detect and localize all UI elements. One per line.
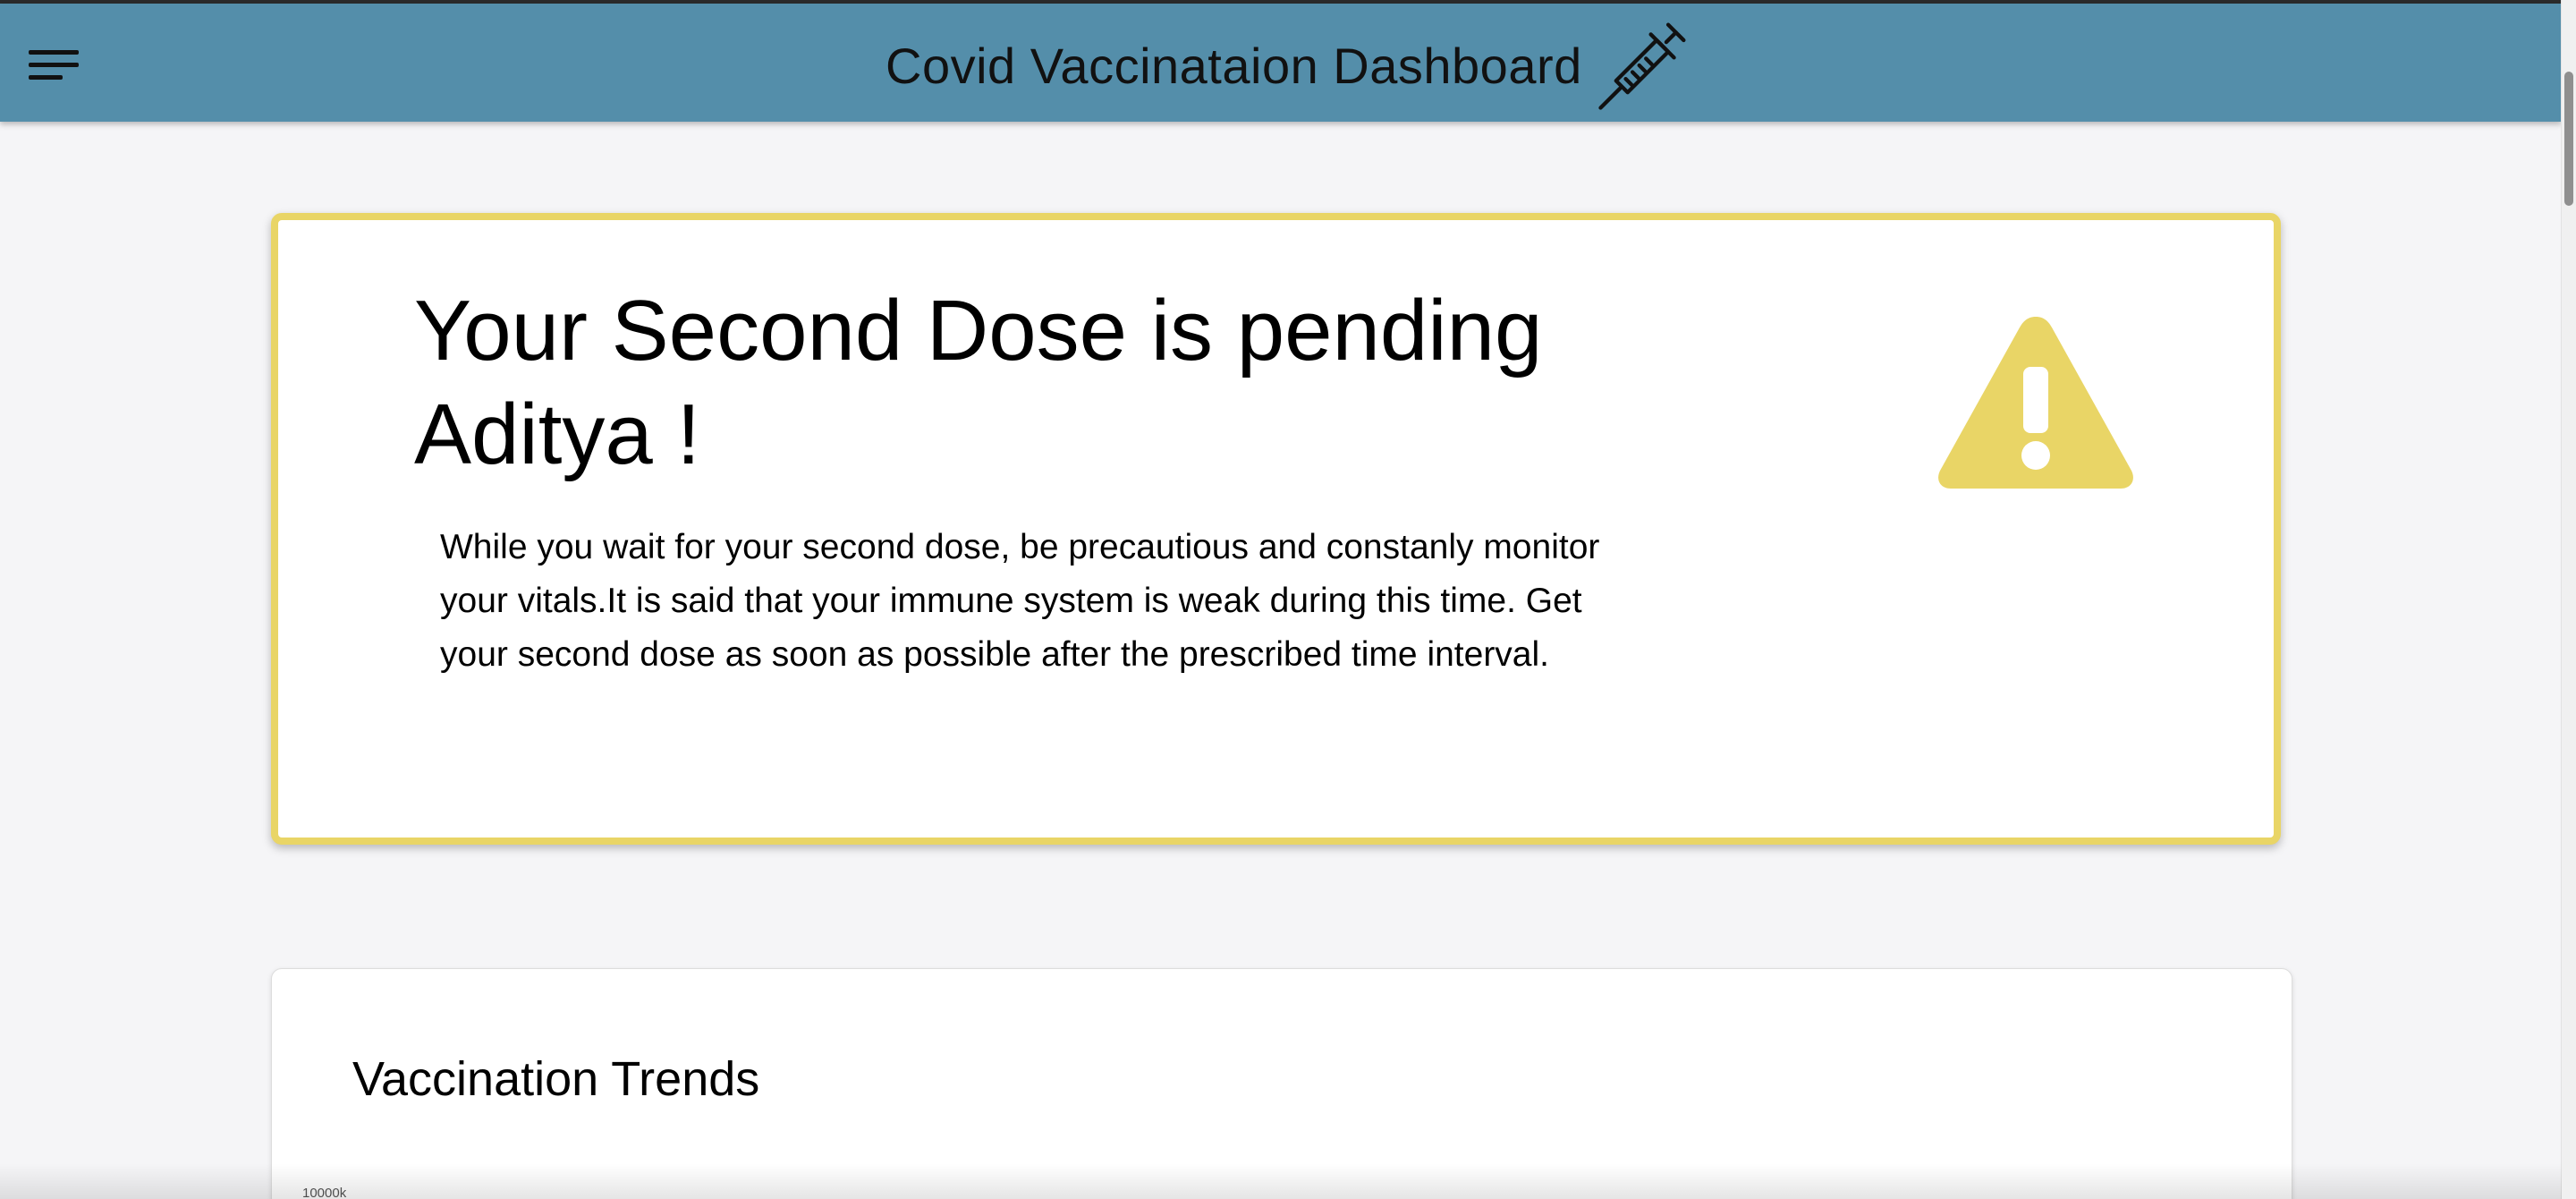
hamburger-menu-icon[interactable]	[20, 39, 88, 89]
syringe-icon	[1598, 22, 1686, 110]
scrollbar-thumb[interactable]	[2564, 72, 2573, 206]
alert-message: While you wait for your second dose, be …	[440, 528, 1600, 674]
alert-heading: Your Second Dose is pending Aditya !	[414, 283, 1543, 482]
vertical-scrollbar[interactable]	[2561, 0, 2576, 1199]
page-title: Covid Vaccinataion Dashboard	[886, 37, 1582, 94]
warning-icon	[1938, 317, 2133, 489]
app-root: Covid Vaccinataion Dashboard Your Second	[0, 0, 2576, 1199]
vaccination-trends-card: Vaccination Trends 10000k	[271, 968, 2292, 1199]
chart-y-tick-label: 10000k	[302, 1186, 347, 1199]
app-header: Covid Vaccinataion Dashboard	[0, 4, 2562, 122]
second-dose-alert-card: Your Second Dose is pending Aditya ! Whi…	[271, 213, 2281, 845]
trends-title: Vaccination Trends	[352, 1052, 760, 1106]
header-title-group: Covid Vaccinataion Dashboard	[886, 16, 1691, 115]
